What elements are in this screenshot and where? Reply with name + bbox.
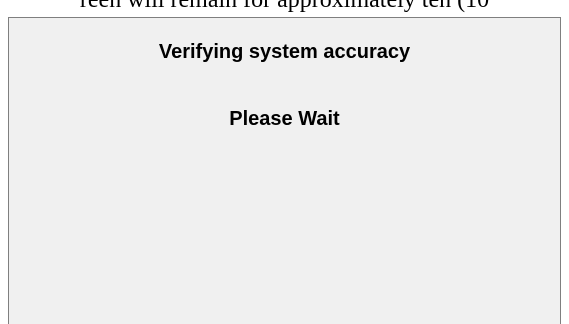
- document-page: reen will remain for approximately ten (…: [0, 0, 569, 324]
- document-caption-text: reen will remain for approximately ten (…: [79, 0, 490, 13]
- verification-screen: Verifying system accuracy Please Wait: [8, 17, 561, 324]
- please-wait-message: Please Wait: [229, 108, 340, 130]
- verification-title: Verifying system accuracy: [158, 41, 411, 63]
